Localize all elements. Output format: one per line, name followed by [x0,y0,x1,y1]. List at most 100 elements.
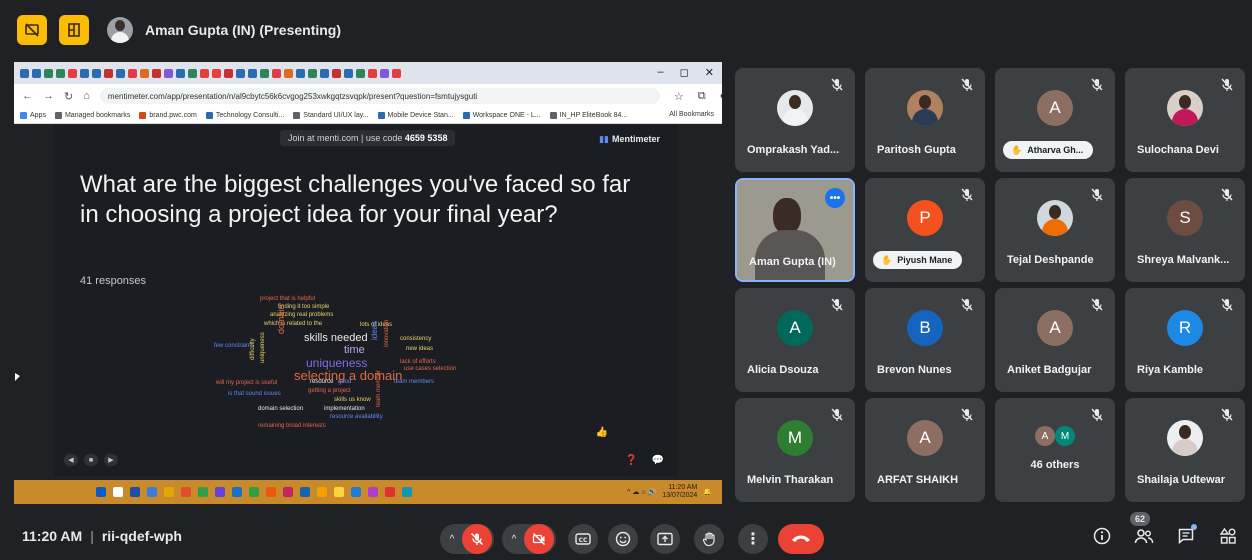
bookmark-item[interactable]: IN_HP EliteBook 84... [549,112,627,119]
taskbar-app-icon[interactable] [385,487,395,497]
tile-options-button[interactable]: ••• [825,188,845,208]
taskbar-app-icon[interactable] [232,487,242,497]
browser-tab-favicon-icon[interactable] [92,68,101,78]
bookmark-item[interactable]: Managed bookmarks [54,112,130,119]
browser-tab-favicon-icon[interactable] [80,68,89,78]
browser-tab-favicon-icon[interactable] [248,68,257,78]
browser-tab-favicon-icon[interactable] [356,68,365,78]
taskbar-app-icon[interactable] [215,487,225,497]
audio-settings-chevron-icon[interactable]: ^ [442,534,462,545]
url-field[interactable]: mentimeter.com/app/presentation/n/al9cby… [99,88,660,104]
meeting-code[interactable]: rii-qdef-wph [102,528,182,544]
browser-tab-favicon-icon[interactable] [212,68,221,78]
browser-tab-favicon-icon[interactable] [272,68,281,78]
present-button[interactable] [650,524,680,554]
taskbar-app-icon[interactable] [113,487,123,497]
raise-hand-button[interactable] [694,524,724,554]
browser-tab-favicon-icon[interactable] [296,68,305,78]
browser-tab-favicon-icon[interactable] [152,68,161,78]
bookmark-item[interactable]: Apps [20,112,46,119]
participant-tile[interactable]: Sulochana Devi [1125,68,1245,172]
taskbar-app-icon[interactable] [198,487,208,497]
mic-toggle-button[interactable] [462,524,492,554]
leave-call-button[interactable] [778,524,824,554]
browser-tab-favicon-icon[interactable] [32,68,41,78]
reload-icon[interactable]: ↻ [64,90,73,103]
browser-tab-favicon-icon[interactable] [176,68,185,78]
taskbar-app-icon[interactable] [147,487,157,497]
participant-tile[interactable]: R Riya Kamble [1125,288,1245,392]
taskbar-app-icon[interactable] [300,487,310,497]
bookmark-star-icon[interactable]: ☆ [674,90,684,103]
participant-tile[interactable]: ••• Aman Gupta (IN) [735,178,855,282]
browser-tab-favicon-icon[interactable] [308,68,317,78]
chat-button[interactable] [1176,524,1197,546]
browser-tab-favicon-icon[interactable] [68,68,77,78]
browser-tab-favicon-icon[interactable] [116,68,125,78]
participant-tile[interactable]: A Aniket Badgujar [995,288,1115,392]
participant-tile[interactable]: Shailaja Udtewar [1125,398,1245,502]
browser-tab-favicon-icon[interactable] [392,68,401,78]
browser-tab-favicon-icon[interactable] [344,68,353,78]
browser-tab-favicon-icon[interactable] [260,68,269,78]
people-button[interactable]: 62 [1130,512,1154,546]
layout-button[interactable] [59,15,89,45]
browser-tab-favicon-icon[interactable] [224,68,233,78]
bookmark-item[interactable]: Mobile Device Stan... [377,112,454,119]
bookmark-item[interactable]: Standard UI/UX lay... [293,112,369,119]
browser-tab-favicon-icon[interactable] [104,68,113,78]
participant-tile[interactable]: Omprakash Yad... [735,68,855,172]
maximize-icon[interactable]: ◻ [680,66,689,79]
bookmark-item[interactable]: Workspace ONE - L... [462,112,541,119]
taskbar-app-icon[interactable] [368,487,378,497]
slides-menu-icon[interactable]: ■ [84,454,98,466]
participant-tile[interactable]: A ✋ Atharva Gh... [995,68,1115,172]
taskbar-app-icon[interactable] [96,487,106,497]
participant-tile[interactable]: Tejal Deshpande [995,178,1115,282]
camera-toggle-button[interactable] [524,524,554,554]
notification-icon[interactable]: 🔔 [703,488,712,496]
captions-button[interactable]: CC [568,524,598,554]
activities-button[interactable] [1218,526,1238,546]
browser-tab-favicon-icon[interactable] [284,68,293,78]
participant-tile[interactable]: Paritosh Gupta [865,68,985,172]
browser-tab-favicon-icon[interactable] [128,68,137,78]
hide-presentation-button[interactable] [17,15,47,45]
profile-icon[interactable]: ● [720,90,722,103]
participant-tile[interactable]: B Brevon Nunes [865,288,985,392]
participant-tile[interactable]: S Shreya Malvank... [1125,178,1245,282]
taskbar-app-icon[interactable] [164,487,174,497]
all-bookmarks-link[interactable]: All Bookmarks [669,111,714,118]
more-options-button[interactable]: ⋮ [738,524,768,554]
close-icon[interactable]: ✕ [705,66,714,79]
taskbar-app-icon[interactable] [402,487,412,497]
taskbar-app-icon[interactable] [266,487,276,497]
taskbar-app-icon[interactable] [334,487,344,497]
qa-icon[interactable]: ❓ [625,455,637,466]
browser-tab-strip[interactable] [14,62,722,84]
taskbar-app-icon[interactable] [317,487,327,497]
tray-icons[interactable]: ^ ☁ ⌂ 🔊 [627,488,656,496]
browser-tab-favicon-icon[interactable] [200,68,209,78]
participant-tile[interactable]: A Alicia Dsouza [735,288,855,392]
participant-tile[interactable]: P ✋ Piyush Mane [865,178,985,282]
chat-icon[interactable]: 💬 [652,455,664,466]
home-icon[interactable]: ⌂ [83,90,90,102]
bookmark-item[interactable]: Technology Consulti... [205,112,284,119]
browser-tab-favicon-icon[interactable] [236,68,245,78]
video-settings-chevron-icon[interactable]: ^ [504,534,524,545]
browser-tab-favicon-icon[interactable] [140,68,149,78]
browser-tab-favicon-icon[interactable] [332,68,341,78]
like-icon[interactable]: 👍 [596,427,608,438]
meeting-details-button[interactable] [1092,526,1112,546]
taskbar-app-icon[interactable] [283,487,293,497]
participant-tile[interactable]: A M 46 others [995,398,1115,502]
participant-tile[interactable]: A ARFAT SHAIKH [865,398,985,502]
taskbar-app-icon[interactable] [351,487,361,497]
forward-icon[interactable]: → [43,90,54,102]
extensions-icon[interactable]: ⧉ [698,90,706,103]
browser-tab-favicon-icon[interactable] [164,68,173,78]
participant-tile[interactable]: M Melvin Tharakan [735,398,855,502]
taskbar-app-icon[interactable] [249,487,259,497]
reactions-button[interactable] [608,524,638,554]
